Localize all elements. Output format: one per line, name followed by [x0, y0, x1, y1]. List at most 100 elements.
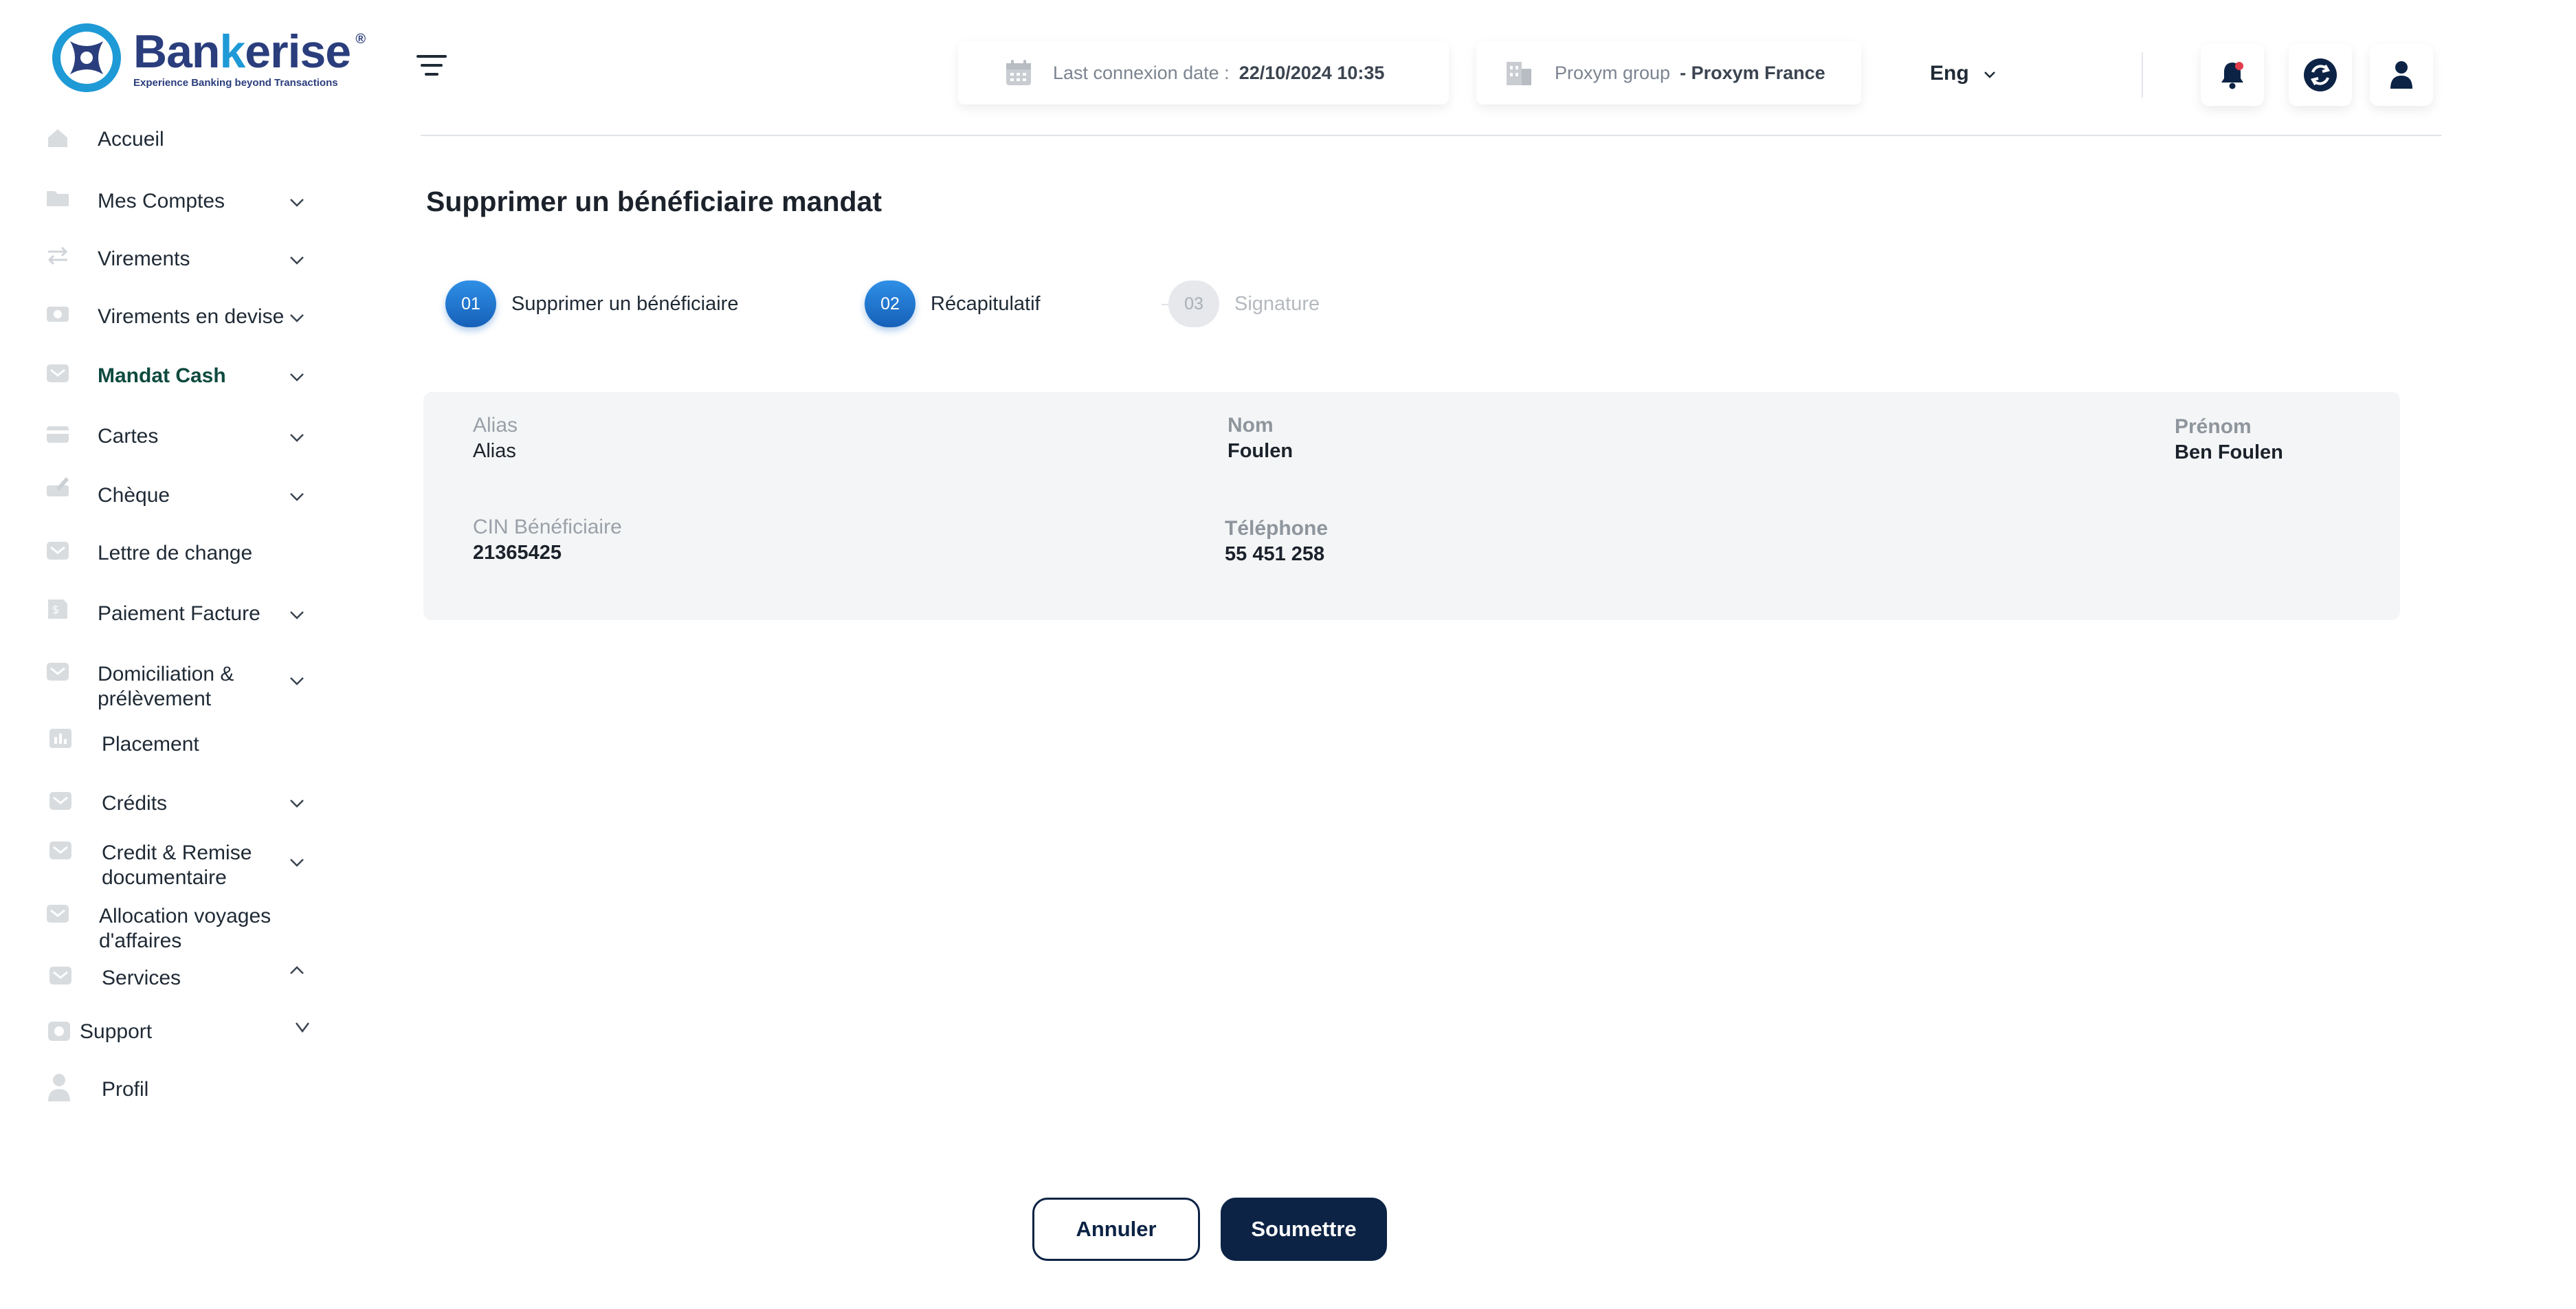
chevron-down-icon	[290, 199, 304, 207]
field-cin-beneficiaire: CIN Bénéficiaire 21365425	[473, 516, 622, 564]
sidebar-item-label: Domiciliation &	[98, 663, 234, 685]
sidebar-item-cartes[interactable]: Cartes	[0, 422, 323, 452]
brand-tagline: Experience Banking beyond Transactions	[133, 76, 338, 89]
chevron-down-icon	[290, 314, 304, 322]
sidebar-item-services[interactable]: Services	[0, 964, 323, 994]
sidebar-item-mes-comptes[interactable]: Mes Comptes	[0, 187, 323, 217]
field-value: 55 451 258	[1225, 543, 1325, 565]
menu-toggle-icon[interactable]	[415, 52, 448, 80]
field-value: Ben Foulen	[2175, 441, 2283, 463]
chevron-down-icon	[290, 434, 304, 442]
field-label: Alias	[473, 414, 518, 437]
sidebar-item-profil[interactable]: Profil	[0, 1072, 323, 1108]
language-value: Eng	[1930, 62, 1969, 85]
envelope-icon	[49, 792, 71, 810]
step-label: Signature	[1234, 292, 1320, 315]
sidebar-item-lettre-de-change[interactable]: Lettre de change	[0, 539, 323, 569]
field-nom: Nom Foulen	[1228, 414, 1293, 463]
registered-mark: ®	[355, 31, 366, 47]
organization-card[interactable]: Proxym group - Proxym France	[1476, 41, 1861, 104]
building-icon	[1507, 62, 1531, 85]
field-label: CIN Bénéficiaire	[473, 516, 622, 538]
step-number: 01	[445, 280, 496, 327]
last-connexion-value: 22/10/2024 10:35	[1239, 62, 1385, 83]
sidebar-item-mandat-cash[interactable]: Mandat Cash	[0, 362, 323, 392]
sidebar-item-virements[interactable]: Virements	[0, 245, 323, 275]
field-alias: Alias Alias	[473, 414, 518, 463]
sidebar-item-credits[interactable]: Crédits	[0, 789, 323, 820]
sidebar-item-label: Chèque	[98, 484, 170, 507]
envelope-icon	[49, 967, 71, 984]
transfer-arrows-icon	[47, 246, 68, 265]
sidebar-item-label: Profil	[102, 1078, 149, 1101]
user-icon	[2390, 61, 2412, 89]
chevron-up-icon	[290, 966, 304, 974]
sidebar-item-label: Virements en devise	[98, 305, 285, 328]
sidebar-item-support[interactable]: Support	[0, 1018, 323, 1048]
group-value: - Proxym France	[1680, 62, 1825, 83]
sidebar-item-label: d'affaires	[99, 930, 182, 952]
sidebar-item-paiement-facture[interactable]: $ Paiement Facture	[0, 600, 323, 630]
header-divider	[2142, 52, 2143, 98]
chevron-down-icon	[290, 611, 304, 619]
stepper-step-3: 03 Signature	[1168, 280, 1320, 327]
step-number: 02	[865, 280, 915, 327]
field-label: Nom	[1228, 414, 1274, 437]
support-icon	[48, 1022, 70, 1041]
bankerise-logo[interactable]: Bankerise Experience Banking beyond Tran…	[49, 21, 366, 95]
envelope-icon	[47, 905, 69, 923]
bar-chart-icon	[49, 729, 71, 748]
home-icon	[48, 129, 67, 147]
sidebar-item-placement[interactable]: Placement	[0, 729, 323, 760]
chevron-down-icon	[290, 373, 304, 382]
chevron-down-icon	[290, 493, 304, 501]
sidebar-item-cheque[interactable]: Chèque	[0, 477, 323, 512]
bankerise-logo-icon	[52, 23, 121, 92]
stepper-step-2: 02 Récapitulatif	[865, 280, 1041, 327]
sidebar-item-label: documentaire	[102, 866, 227, 889]
user-profile-button[interactable]	[2370, 44, 2433, 106]
page-title: Supprimer un bénéficiaire mandat	[426, 186, 882, 217]
field-label: Téléphone	[1225, 517, 1329, 540]
chevron-down-icon	[290, 859, 304, 867]
bell-icon	[2221, 62, 2243, 89]
envelope-icon	[47, 663, 69, 681]
last-connexion-label: Last connexion date :	[1053, 62, 1230, 83]
language-selector[interactable]: Eng	[1930, 62, 1998, 85]
field-telephone: Téléphone 55 451 258	[1225, 517, 1328, 566]
sidebar-item-label: Allocation voyages	[99, 905, 271, 927]
field-value: Alias	[473, 440, 516, 462]
last-connexion-card: Last connexion date : 22/10/2024 10:35	[958, 41, 1449, 104]
sidebar-item-label: Cartes	[98, 425, 159, 448]
refresh-circle-icon	[2304, 58, 2337, 91]
chevron-down-icon	[1984, 72, 1995, 78]
sidebar-item-allocation-voyages[interactable]: Allocation voyages d'affaires	[0, 902, 323, 957]
sidebar-item-label: Paiement Facture	[98, 602, 260, 625]
field-prenom: Prénom Ben Foulen	[2175, 415, 2283, 464]
invoice-icon: $	[48, 600, 67, 619]
switch-account-button[interactable]	[2289, 44, 2352, 106]
field-value: 21365425	[473, 542, 562, 564]
chevron-down-icon	[290, 256, 304, 265]
cheque-pen-icon	[47, 477, 69, 496]
stepper-step-1: 01 Supprimer un bénéficiaire	[445, 280, 738, 327]
step-label: Récapitulatif	[931, 292, 1041, 315]
step-label: Supprimer un bénéficiaire	[511, 292, 739, 315]
credit-card-icon	[47, 426, 69, 443]
sidebar-item-label: Placement	[102, 733, 199, 756]
sidebar-item-accueil[interactable]: Accueil	[0, 125, 323, 155]
sidebar-item-credit-remise-documentaire[interactable]: Credit & Remise documentaire	[0, 839, 323, 894]
header-divider-line	[421, 135, 2441, 136]
notifications-button[interactable]	[2201, 44, 2264, 106]
user-icon	[48, 1074, 70, 1101]
cancel-button[interactable]: Annuler	[1032, 1198, 1200, 1261]
beneficiary-summary-panel: Alias Alias Nom Foulen Prénom Ben Foulen…	[423, 392, 2400, 620]
sidebar-item-label: Credit & Remise	[102, 842, 252, 864]
submit-button[interactable]: Soumettre	[1221, 1198, 1387, 1261]
chevron-down-icon	[290, 677, 304, 685]
sidebar-item-label: Accueil	[98, 128, 164, 151]
sidebar-item-virements-en-devise[interactable]: Virements en devise	[0, 302, 323, 333]
sidebar-item-domiciliation-prelevement[interactable]: Domiciliation & prélèvement	[0, 660, 323, 715]
folder-icon	[47, 191, 69, 206]
field-value: Foulen	[1228, 440, 1293, 462]
